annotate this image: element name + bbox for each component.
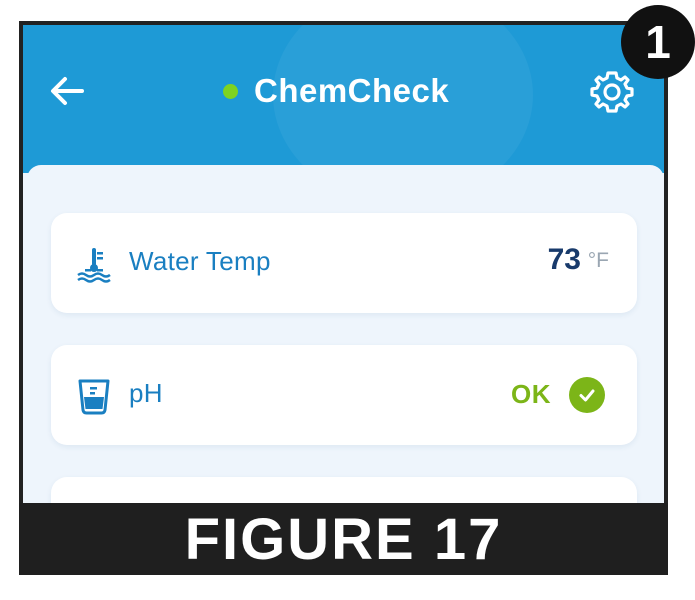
water-temp-label: Water Temp (129, 246, 271, 276)
figure-caption: FIGURE 17 (184, 506, 503, 572)
arrow-left-icon (51, 77, 84, 105)
back-button[interactable] (47, 71, 87, 111)
water-temp-unit: °F (587, 249, 609, 272)
settings-button[interactable] (587, 67, 637, 117)
ph-card[interactable]: pH OK (51, 345, 637, 445)
ph-status-text: OK (511, 379, 551, 409)
water-temp-card[interactable]: Water Temp 73 °F (51, 213, 637, 313)
app-header: ChemCheck (23, 25, 664, 205)
water-temp-value: 73 (547, 243, 581, 276)
figure-caption-bar: FIGURE 17 (19, 503, 668, 575)
app-title: ChemCheck (254, 72, 450, 109)
connection-status-dot (223, 83, 238, 99)
header-title-group: ChemCheck (223, 69, 449, 113)
ph-label: pH (129, 378, 163, 408)
beaker-icon (78, 379, 110, 415)
step-number-badge: 1 (621, 5, 695, 79)
checkmark-icon (579, 389, 595, 402)
phone-screen: ChemCheck Water Temp 73 °F pH OK (19, 21, 668, 575)
gear-icon (590, 71, 634, 113)
check-circle-icon (569, 377, 605, 413)
water-temperature-icon (77, 248, 111, 283)
